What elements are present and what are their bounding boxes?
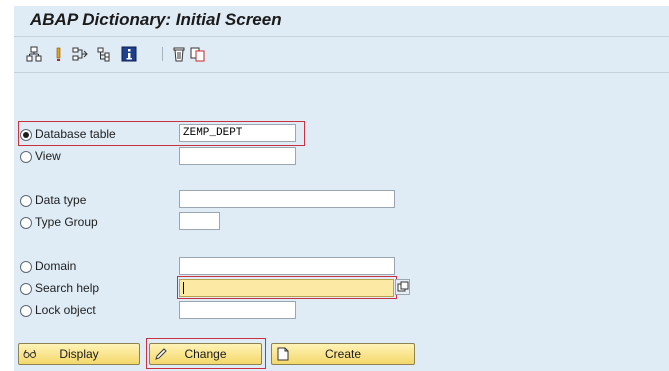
application-toolbar (14, 37, 669, 73)
radio-button[interactable] (20, 151, 32, 163)
value-help-button[interactable] (395, 279, 410, 295)
radio-label-data-type: Data type (35, 193, 87, 207)
text-cursor (183, 282, 184, 294)
radio-label-search-help: Search help (35, 281, 100, 295)
radio-button[interactable] (20, 261, 32, 273)
radio-button[interactable] (20, 305, 32, 317)
where-used-icon[interactable] (50, 46, 66, 62)
change-button-label: Change (184, 347, 227, 361)
view-field[interactable] (179, 147, 296, 165)
domain-field[interactable] (179, 257, 395, 275)
value-help-icon (397, 281, 409, 292)
search-help-field[interactable] (179, 279, 394, 297)
data-type-field[interactable] (179, 190, 395, 208)
page-title: ABAP Dictionary: Initial Screen (30, 10, 282, 29)
radio-label-type-group: Type Group (35, 215, 98, 229)
display-button-label: Display (59, 347, 99, 361)
radio-button[interactable] (20, 129, 32, 141)
info-icon[interactable] (121, 46, 137, 62)
change-button[interactable]: Change (149, 343, 262, 365)
radio-label-domain: Domain (35, 259, 77, 273)
title-bar: ABAP Dictionary: Initial Screen (14, 6, 669, 37)
lock-object-field[interactable] (179, 301, 296, 319)
toolbar-separator (162, 47, 163, 61)
radio-button[interactable] (20, 195, 32, 207)
navigate-icon[interactable] (72, 46, 88, 62)
radio-button[interactable] (20, 283, 32, 295)
radio-label-database-table: Database table (35, 127, 116, 141)
create-button-label: Create (324, 347, 362, 361)
create-button[interactable]: Create (271, 343, 415, 365)
display-object-list-icon[interactable] (97, 46, 113, 62)
sap-screen: ABAP Dictionary: Initial Screen Database… (14, 6, 669, 371)
type-group-field[interactable] (179, 212, 220, 230)
radio-label-view: View (35, 149, 61, 163)
copy-icon[interactable] (190, 46, 206, 62)
delete-icon[interactable] (171, 46, 187, 62)
display-button[interactable]: Display (18, 343, 140, 365)
database-table-field[interactable]: ZEMP_DEPT (179, 124, 296, 142)
other-object-icon[interactable] (26, 46, 42, 62)
radio-label-lock-object: Lock object (35, 303, 96, 317)
radio-button[interactable] (20, 217, 32, 229)
